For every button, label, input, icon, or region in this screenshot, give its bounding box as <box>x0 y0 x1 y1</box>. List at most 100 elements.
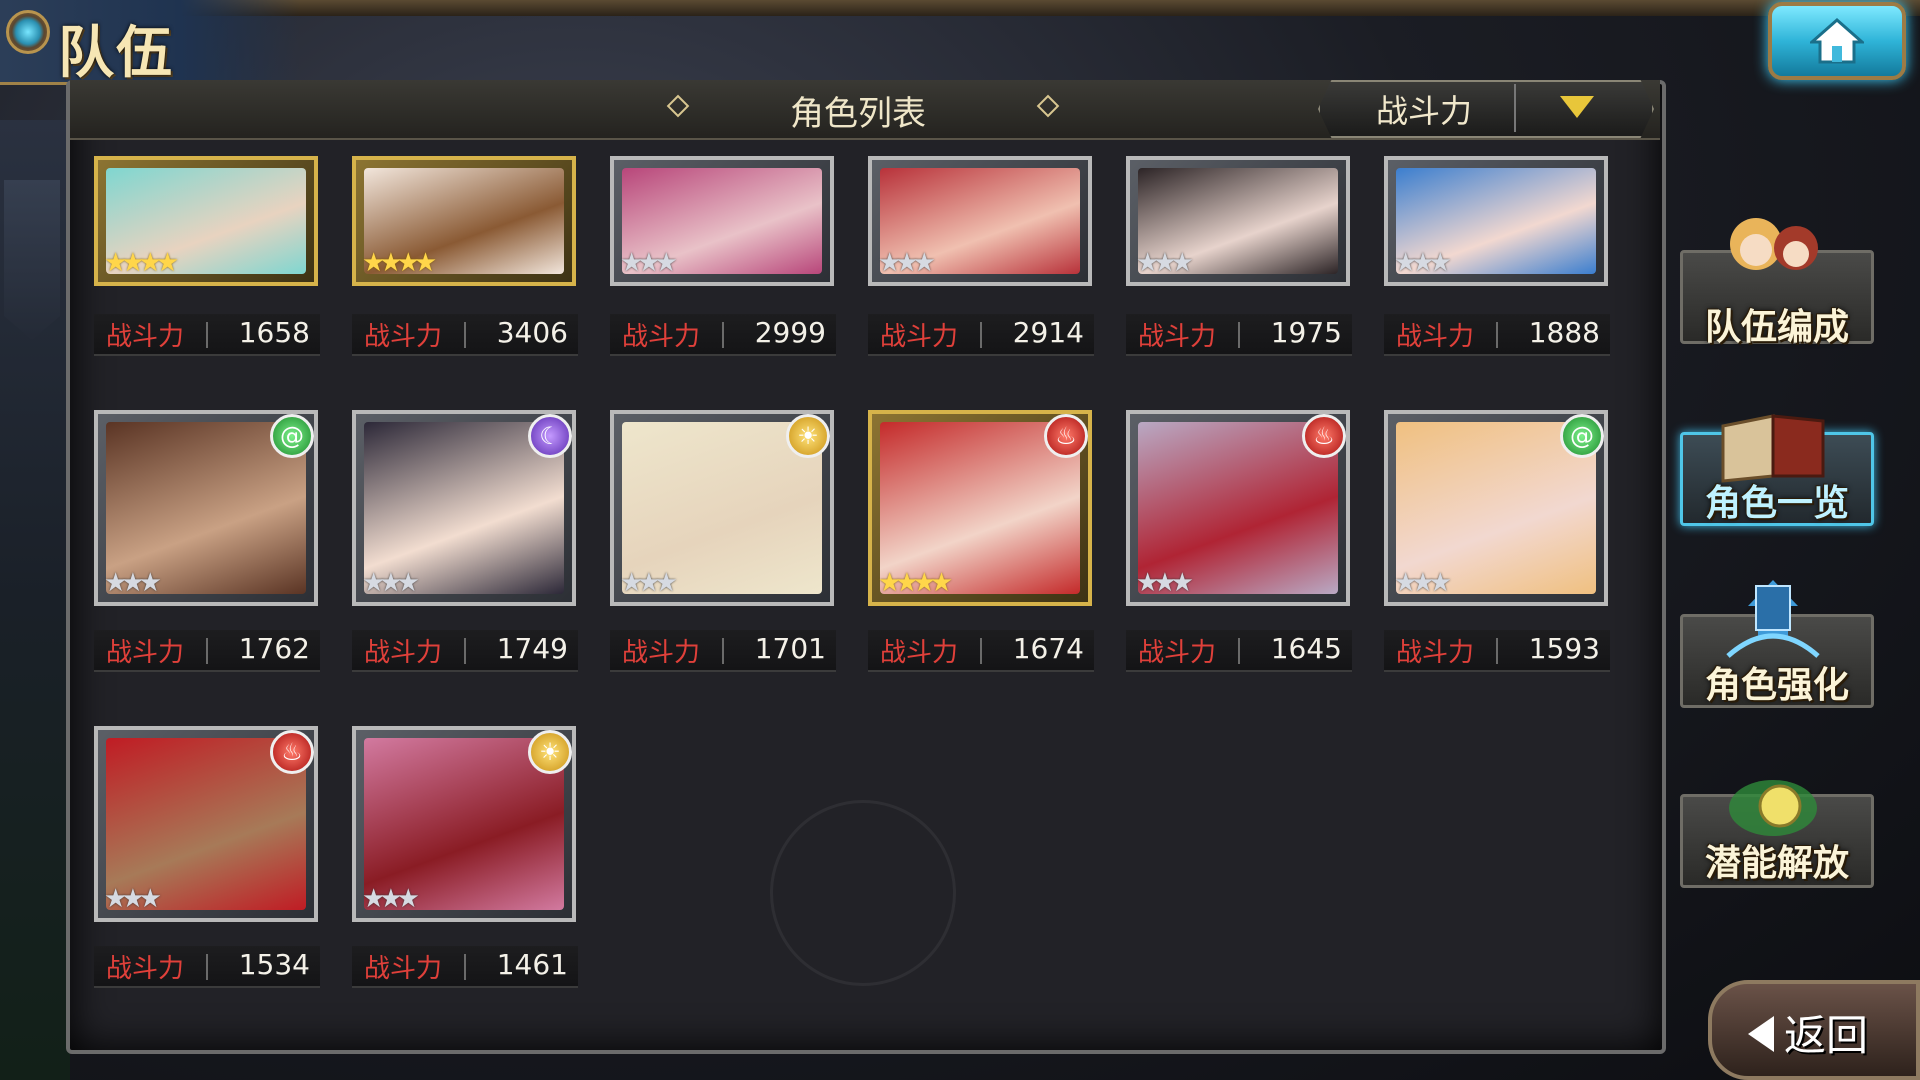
character-card[interactable]: ★★★★ <box>352 156 576 286</box>
chevron-down-icon[interactable] <box>1560 96 1594 118</box>
rarity-stars: ★★★ <box>362 568 420 598</box>
wind-element-icon: @ <box>270 414 314 458</box>
power-bar: 战斗力 1593 <box>1384 630 1610 672</box>
power-bar: 战斗力 2914 <box>868 314 1094 356</box>
power-divider <box>464 322 466 348</box>
enhance-card-icon <box>1726 580 1820 658</box>
power-bar: 战斗力 1888 <box>1384 314 1610 356</box>
sort-dropdown[interactable] <box>1318 80 1654 138</box>
power-value: 1975 <box>1270 316 1342 349</box>
power-value: 3406 <box>496 316 568 349</box>
screen-title: 队伍 <box>58 20 174 86</box>
power-divider <box>722 322 724 348</box>
power-value: 2999 <box>754 316 826 349</box>
power-label: 战斗力 <box>106 322 185 352</box>
power-bar: 战斗力 3406 <box>352 314 578 356</box>
power-bar: 战斗力 1534 <box>94 946 320 988</box>
power-divider <box>206 638 208 664</box>
rarity-stars: ★★★ <box>620 248 678 278</box>
power-label: 战斗力 <box>106 954 185 984</box>
fire-element-icon: ♨ <box>1302 414 1346 458</box>
power-bar: 战斗力 1461 <box>352 946 578 988</box>
power-label: 战斗力 <box>364 638 443 668</box>
power-value: 1534 <box>238 948 310 981</box>
power-label: 战斗力 <box>1138 638 1217 668</box>
rarity-stars: ★★★ <box>620 568 678 598</box>
power-label: 战斗力 <box>364 322 443 352</box>
character-card[interactable]: ★★★ <box>868 156 1092 286</box>
power-divider <box>1238 322 1240 348</box>
rarity-stars: ★★★ <box>104 884 162 914</box>
power-bar: 战斗力 2999 <box>610 314 836 356</box>
rarity-stars: ★★★ <box>362 884 420 914</box>
list-title: 角色列表 <box>790 94 926 134</box>
power-divider <box>464 638 466 664</box>
rarity-stars: ★★★ <box>1136 568 1194 598</box>
rarity-stars: ★★★★ <box>362 248 437 278</box>
gear-orb-icon <box>6 10 50 54</box>
dark-element-icon: ☾ <box>528 414 572 458</box>
power-bar: 战斗力 1674 <box>868 630 1094 672</box>
power-bar: 战斗力 1701 <box>610 630 836 672</box>
power-label: 战斗力 <box>622 638 701 668</box>
character-card[interactable]: ★★★ <box>1126 156 1350 286</box>
power-label: 战斗力 <box>1396 638 1475 668</box>
power-bar: 战斗力 1975 <box>1126 314 1352 356</box>
fire-element-icon: ♨ <box>1044 414 1088 458</box>
power-value: 2914 <box>1012 316 1084 349</box>
home-icon <box>1810 18 1864 64</box>
power-value: 1658 <box>238 316 310 349</box>
rarity-stars: ★★★★ <box>104 248 179 278</box>
back-label: 返回 <box>1784 1011 1869 1060</box>
sort-dropdown-label: 战斗力 <box>1376 92 1473 130</box>
home-button[interactable] <box>1768 2 1906 80</box>
power-divider <box>980 322 982 348</box>
power-divider <box>206 954 208 980</box>
back-arrow-icon <box>1748 1016 1774 1052</box>
power-bar: 战斗力 1749 <box>352 630 578 672</box>
rarity-stars: ★★★ <box>878 248 936 278</box>
character-list-label: 角色一览 <box>1704 483 1849 524</box>
character-card[interactable]: ★★★ <box>610 156 834 286</box>
power-label: 战斗力 <box>880 322 959 352</box>
light-element-icon: ☀ <box>528 730 572 774</box>
power-divider <box>980 638 982 664</box>
background-banner <box>4 180 60 340</box>
power-value: 1888 <box>1528 316 1600 349</box>
power-value: 1762 <box>238 632 310 665</box>
power-bar: 战斗力 1762 <box>94 630 320 672</box>
power-bar: 战斗力 1658 <box>94 314 320 356</box>
power-label: 战斗力 <box>880 638 959 668</box>
power-label: 战斗力 <box>622 322 701 352</box>
power-divider <box>1496 322 1498 348</box>
potential-release-label: 潜能解放 <box>1704 843 1849 884</box>
wind-element-icon: @ <box>1560 414 1604 458</box>
power-value: 1674 <box>1012 632 1084 665</box>
power-value: 1749 <box>496 632 568 665</box>
light-element-icon: ☀ <box>786 414 830 458</box>
rarity-stars: ★★★ <box>1136 248 1194 278</box>
power-divider <box>206 322 208 348</box>
team-formation-label: 队伍编成 <box>1704 307 1849 348</box>
power-divider <box>1238 638 1240 664</box>
team-portrait-icon <box>1730 218 1818 270</box>
power-value: 1645 <box>1270 632 1342 665</box>
rarity-stars: ★★★ <box>104 568 162 598</box>
power-label: 战斗力 <box>106 638 185 668</box>
character-enhance-label: 角色强化 <box>1704 665 1849 706</box>
character-card[interactable]: ★★★★ <box>94 156 318 286</box>
power-value: 1593 <box>1528 632 1600 665</box>
power-divider <box>722 638 724 664</box>
character-card[interactable]: ★★★ <box>1384 156 1608 286</box>
rarity-stars: ★★★ <box>1394 248 1452 278</box>
book-icon <box>1721 414 1825 483</box>
sort-divider <box>1514 84 1516 132</box>
power-value: 1461 <box>496 948 568 981</box>
power-value: 1701 <box>754 632 826 665</box>
rarity-stars: ★★★★ <box>878 568 953 598</box>
power-bar: 战斗力 1645 <box>1126 630 1352 672</box>
power-label: 战斗力 <box>364 954 443 984</box>
background-emblem <box>770 800 956 986</box>
power-divider <box>1496 638 1498 664</box>
power-label: 战斗力 <box>1138 322 1217 352</box>
